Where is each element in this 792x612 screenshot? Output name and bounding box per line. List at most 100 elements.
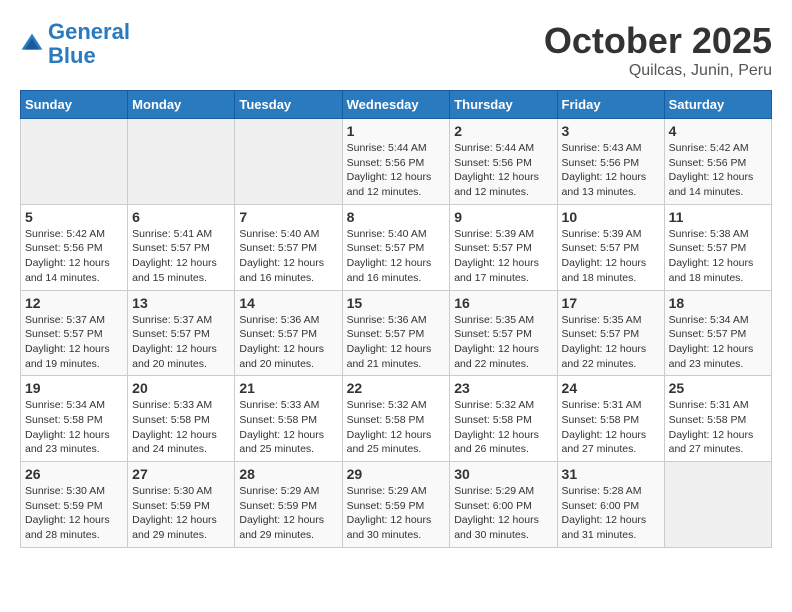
title-area: October 2025 Quilcas, Junin, Peru (544, 20, 772, 80)
logo: General Blue (20, 20, 130, 68)
day-number: 1 (347, 123, 446, 139)
weekday-header-row: SundayMondayTuesdayWednesdayThursdayFrid… (21, 91, 772, 119)
day-number: 23 (454, 380, 552, 396)
week-row-5: 26 Sunrise: 5:30 AM Sunset: 5:59 PM Dayli… (21, 462, 772, 548)
day-cell (235, 119, 342, 205)
day-cell: 13Sunrise: 5:37 AM Sunset: 5:57 PM Dayli… (128, 290, 235, 376)
day-info: Sunrise: 5:41 AM Sunset: 5:57 PM Dayligh… (132, 227, 230, 286)
day-number: 3 (562, 123, 660, 139)
weekday-header-saturday: Saturday (664, 91, 771, 119)
day-cell: 18 Sunrise: 5:34 AM Sunset: 5:57 PM Dayli… (664, 290, 771, 376)
day-info: Sunrise: 5:35 AM Sunset: 5:57 PM Dayligh… (562, 313, 660, 372)
day-info: Sunrise: 5:32 AM Sunset: 5:58 PM Dayligh… (454, 398, 552, 457)
day-info: Sunrise: 5:30 AM Sunset: 5:59 PM Dayligh… (25, 484, 123, 543)
day-cell: 17 Sunrise: 5:35 AM Sunset: 5:57 PM Dayli… (557, 290, 664, 376)
day-cell: 25 Sunrise: 5:31 AM Sunset: 5:58 PM Dayli… (664, 376, 771, 462)
weekday-header-monday: Monday (128, 91, 235, 119)
day-cell: 2 Sunrise: 5:44 AM Sunset: 5:56 PM Daylig… (450, 119, 557, 205)
week-row-4: 19Sunrise: 5:34 AM Sunset: 5:58 PM Dayli… (21, 376, 772, 462)
day-number: 27 (132, 466, 230, 482)
day-number: 11 (669, 209, 767, 225)
day-cell: 15 Sunrise: 5:36 AM Sunset: 5:57 PM Dayli… (342, 290, 450, 376)
week-row-3: 12Sunrise: 5:37 AM Sunset: 5:57 PM Dayli… (21, 290, 772, 376)
day-info: Sunrise: 5:35 AM Sunset: 5:57 PM Dayligh… (454, 313, 552, 372)
day-info: Sunrise: 5:44 AM Sunset: 5:56 PM Dayligh… (454, 141, 552, 200)
day-cell: 24 Sunrise: 5:31 AM Sunset: 5:58 PM Dayli… (557, 376, 664, 462)
day-info: Sunrise: 5:40 AM Sunset: 5:57 PM Dayligh… (347, 227, 446, 286)
day-cell: 30Sunrise: 5:29 AM Sunset: 6:00 PM Dayli… (450, 462, 557, 548)
day-number: 28 (239, 466, 337, 482)
day-number: 26 (25, 466, 123, 482)
day-info: Sunrise: 5:33 AM Sunset: 5:58 PM Dayligh… (239, 398, 337, 457)
day-number: 7 (239, 209, 337, 225)
day-cell: 12Sunrise: 5:37 AM Sunset: 5:57 PM Dayli… (21, 290, 128, 376)
day-info: Sunrise: 5:31 AM Sunset: 5:58 PM Dayligh… (562, 398, 660, 457)
day-number: 15 (347, 295, 446, 311)
logo-text: General Blue (48, 20, 130, 68)
day-cell: 20Sunrise: 5:33 AM Sunset: 5:58 PM Dayli… (128, 376, 235, 462)
day-cell: 29 Sunrise: 5:29 AM Sunset: 5:59 PM Dayli… (342, 462, 450, 548)
calendar: SundayMondayTuesdayWednesdayThursdayFrid… (20, 90, 772, 548)
day-cell: 11 Sunrise: 5:38 AM Sunset: 5:57 PM Dayli… (664, 204, 771, 290)
week-row-2: 5 Sunrise: 5:42 AM Sunset: 5:56 PM Daylig… (21, 204, 772, 290)
day-number: 6 (132, 209, 230, 225)
day-cell (664, 462, 771, 548)
day-info: Sunrise: 5:40 AM Sunset: 5:57 PM Dayligh… (239, 227, 337, 286)
day-info: Sunrise: 5:42 AM Sunset: 5:56 PM Dayligh… (25, 227, 123, 286)
day-info: Sunrise: 5:36 AM Sunset: 5:57 PM Dayligh… (347, 313, 446, 372)
day-info: Sunrise: 5:43 AM Sunset: 5:56 PM Dayligh… (562, 141, 660, 200)
day-info: Sunrise: 5:42 AM Sunset: 5:56 PM Dayligh… (669, 141, 767, 200)
weekday-header-thursday: Thursday (450, 91, 557, 119)
day-number: 4 (669, 123, 767, 139)
month-title: October 2025 (544, 20, 772, 62)
day-info: Sunrise: 5:34 AM Sunset: 5:58 PM Dayligh… (25, 398, 123, 457)
day-number: 5 (25, 209, 123, 225)
day-number: 24 (562, 380, 660, 396)
day-cell: 7 Sunrise: 5:40 AM Sunset: 5:57 PM Daylig… (235, 204, 342, 290)
day-cell: 4 Sunrise: 5:42 AM Sunset: 5:56 PM Daylig… (664, 119, 771, 205)
day-number: 13 (132, 295, 230, 311)
day-info: Sunrise: 5:39 AM Sunset: 5:57 PM Dayligh… (454, 227, 552, 286)
day-number: 8 (347, 209, 446, 225)
day-cell: 28Sunrise: 5:29 AM Sunset: 5:59 PM Dayli… (235, 462, 342, 548)
day-cell: 9Sunrise: 5:39 AM Sunset: 5:57 PM Daylig… (450, 204, 557, 290)
day-number: 29 (347, 466, 446, 482)
day-number: 12 (25, 295, 123, 311)
day-info: Sunrise: 5:28 AM Sunset: 6:00 PM Dayligh… (562, 484, 660, 543)
day-number: 25 (669, 380, 767, 396)
day-number: 21 (239, 380, 337, 396)
day-info: Sunrise: 5:29 AM Sunset: 5:59 PM Dayligh… (347, 484, 446, 543)
day-info: Sunrise: 5:36 AM Sunset: 5:57 PM Dayligh… (239, 313, 337, 372)
logo-icon (20, 32, 44, 56)
weekday-header-wednesday: Wednesday (342, 91, 450, 119)
day-cell: 10Sunrise: 5:39 AM Sunset: 5:57 PM Dayli… (557, 204, 664, 290)
day-cell: 16Sunrise: 5:35 AM Sunset: 5:57 PM Dayli… (450, 290, 557, 376)
day-cell: 6 Sunrise: 5:41 AM Sunset: 5:57 PM Daylig… (128, 204, 235, 290)
weekday-header-sunday: Sunday (21, 91, 128, 119)
day-cell: 19Sunrise: 5:34 AM Sunset: 5:58 PM Dayli… (21, 376, 128, 462)
day-cell: 21 Sunrise: 5:33 AM Sunset: 5:58 PM Dayli… (235, 376, 342, 462)
day-cell: 22Sunrise: 5:32 AM Sunset: 5:58 PM Dayli… (342, 376, 450, 462)
day-number: 2 (454, 123, 552, 139)
day-number: 22 (347, 380, 446, 396)
day-info: Sunrise: 5:34 AM Sunset: 5:57 PM Dayligh… (669, 313, 767, 372)
weekday-header-tuesday: Tuesday (235, 91, 342, 119)
day-cell (128, 119, 235, 205)
day-number: 17 (562, 295, 660, 311)
day-cell: 23 Sunrise: 5:32 AM Sunset: 5:58 PM Dayli… (450, 376, 557, 462)
day-number: 30 (454, 466, 552, 482)
day-number: 14 (239, 295, 337, 311)
header: General Blue October 2025 Quilcas, Junin… (20, 20, 772, 80)
day-number: 20 (132, 380, 230, 396)
day-info: Sunrise: 5:44 AM Sunset: 5:56 PM Dayligh… (347, 141, 446, 200)
day-cell: 8 Sunrise: 5:40 AM Sunset: 5:57 PM Daylig… (342, 204, 450, 290)
day-info: Sunrise: 5:38 AM Sunset: 5:57 PM Dayligh… (669, 227, 767, 286)
day-number: 18 (669, 295, 767, 311)
day-cell: 5 Sunrise: 5:42 AM Sunset: 5:56 PM Daylig… (21, 204, 128, 290)
subtitle: Quilcas, Junin, Peru (544, 62, 772, 80)
day-info: Sunrise: 5:39 AM Sunset: 5:57 PM Dayligh… (562, 227, 660, 286)
day-info: Sunrise: 5:31 AM Sunset: 5:58 PM Dayligh… (669, 398, 767, 457)
day-cell: 14 Sunrise: 5:36 AM Sunset: 5:57 PM Dayli… (235, 290, 342, 376)
day-cell (21, 119, 128, 205)
day-cell: 26 Sunrise: 5:30 AM Sunset: 5:59 PM Dayli… (21, 462, 128, 548)
